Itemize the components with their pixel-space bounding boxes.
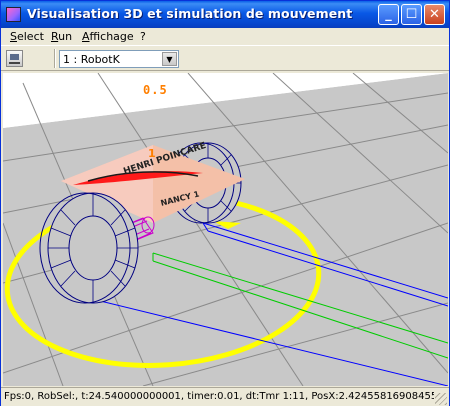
- 3d-viewport[interactable]: HENRI POINCARE NANCY 1 1 0.5: [3, 73, 448, 386]
- window-title: Visualisation 3D et simulation de mouvem…: [27, 6, 353, 21]
- speed-label: 0.5: [143, 83, 168, 97]
- close-button[interactable]: ✕: [424, 4, 445, 25]
- menu-affichage[interactable]: Affichage: [82, 30, 134, 43]
- robot-number: 1: [148, 147, 156, 160]
- maximize-button[interactable]: ☐: [401, 4, 422, 25]
- app-window: Visualisation 3D et simulation de mouvem…: [0, 0, 450, 406]
- status-bar: Fps:0, RobSel:, t:24.540000000001, timer…: [1, 387, 449, 406]
- toolbar-separator: [54, 49, 56, 68]
- menu-run[interactable]: Run: [51, 30, 72, 43]
- menu-select[interactable]: Select: [10, 30, 44, 43]
- minimize-button[interactable]: _: [378, 4, 399, 25]
- robot-select-value: 1 : RobotK: [63, 53, 120, 66]
- scene-canvas: HENRI POINCARE NANCY 1 1: [3, 73, 448, 386]
- toolbar: 1 : RobotK ▼: [1, 45, 449, 71]
- title-bar[interactable]: Visualisation 3D et simulation de mouvem…: [1, 1, 449, 28]
- status-text: Fps:0, RobSel:, t:24.540000000001, timer…: [4, 391, 434, 402]
- chevron-down-icon[interactable]: ▼: [162, 52, 177, 66]
- menu-bar: Select Run Affichage ?: [1, 28, 449, 45]
- menu-help[interactable]: ?: [140, 30, 146, 43]
- robot-select[interactable]: 1 : RobotK ▼: [59, 50, 179, 68]
- robot-tool-icon[interactable]: [6, 50, 23, 67]
- resize-grip-icon[interactable]: [435, 393, 447, 405]
- app-icon[interactable]: [6, 7, 21, 22]
